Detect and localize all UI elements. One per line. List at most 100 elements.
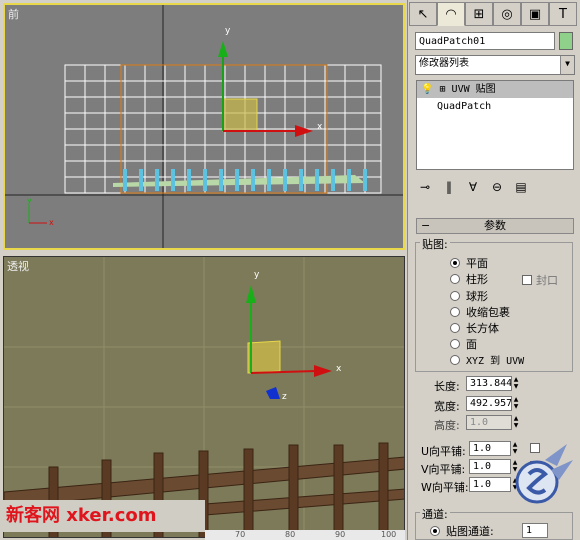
spinner-arrows-icon[interactable]: ▲ ▼ [512, 415, 520, 430]
radio-label: 面 [466, 337, 477, 351]
radio-face[interactable]: 面 [450, 336, 477, 351]
ruler-tick: 90 [335, 530, 346, 539]
configure-sets-icon[interactable]: ▤ [512, 178, 530, 196]
y-axis-arrow [218, 41, 228, 57]
y-axis-arrow [246, 285, 256, 303]
radio-button[interactable] [430, 525, 440, 536]
utilities-icon: T [559, 6, 567, 22]
radio-button[interactable] [450, 322, 460, 333]
radio-map-channel[interactable]: 贴图通道: [430, 523, 494, 538]
front-viewport-canvas: y x y x [5, 5, 403, 248]
watermark-text: 新客网 xker.com [6, 505, 157, 526]
u-tile-label: U向平铺: [421, 445, 466, 458]
create-icon: ↖ [417, 6, 429, 22]
radio-button[interactable] [450, 273, 460, 284]
radio-label: 平面 [466, 256, 488, 270]
perspective-viewport-canvas: y x z [4, 257, 404, 537]
chevron-down-icon: ▼ [560, 56, 574, 74]
radio-label: 长方体 [466, 321, 499, 335]
height-input[interactable] [466, 415, 512, 430]
hierarchy-icon: ⊞ [473, 6, 485, 22]
lightbulb-icon[interactable]: 💡 [421, 84, 433, 95]
stack-toolbar: ⊸ ‖ ∀ ⊖ ▤ [416, 176, 574, 198]
stack-item-quadpatch[interactable]: QuadPatch [417, 98, 573, 115]
command-panel-tabs: ↖ ◠ ⊞ ◎ ▣ T [409, 2, 578, 28]
radio-button[interactable] [450, 354, 460, 365]
modifier-list-dropdown[interactable]: 修改器列表 ▼ [415, 55, 575, 75]
front-viewport[interactable]: 前 y x y x [3, 3, 405, 250]
length-label: 长度: [434, 380, 460, 393]
width-label: 宽度: [434, 400, 460, 413]
svg-text:x: x [49, 218, 54, 227]
utilities-tab[interactable]: T [549, 2, 577, 26]
svg-text:x: x [317, 122, 323, 132]
v-tile-label: V向平铺: [421, 463, 466, 476]
svg-text:y: y [254, 270, 260, 280]
make-unique-icon[interactable]: ∀ [464, 178, 482, 196]
expand-icon[interactable]: ⊞ [439, 84, 445, 95]
channel-group-label: 通道: [420, 506, 450, 522]
svg-text:y: y [225, 26, 231, 36]
display-icon: ▣ [528, 6, 542, 22]
radio-planar[interactable]: 平面 [450, 255, 488, 270]
z-axis-arrow [266, 387, 280, 399]
radio-button[interactable] [450, 290, 460, 301]
stack-item-label: UVW 贴图 [451, 84, 496, 95]
plane-gizmo-square [222, 98, 258, 132]
remove-modifier-icon[interactable]: ⊖ [488, 178, 506, 196]
watermark-banner: 新客网 xker.com [0, 500, 205, 532]
ruler-tick: 70 [235, 530, 246, 539]
radio-button[interactable] [450, 257, 460, 268]
length-spinner[interactable]: ▲▼ [466, 376, 520, 391]
height-spinner[interactable]: ▲▼ [466, 415, 520, 430]
radio-label: 球形 [466, 289, 488, 303]
display-tab[interactable]: ▣ [521, 2, 549, 26]
w-tile-label: W向平铺: [421, 481, 469, 494]
object-name-field[interactable] [415, 32, 555, 50]
height-label: 高度: [434, 419, 460, 432]
radio-label: 贴图通道: [446, 524, 494, 538]
modifier-list-label: 修改器列表 [419, 58, 469, 69]
svg-text:x: x [336, 364, 342, 374]
hierarchy-tab[interactable]: ⊞ [465, 2, 493, 26]
create-tab[interactable]: ↖ [409, 2, 437, 26]
radio-box[interactable]: 长方体 [450, 320, 499, 335]
collapse-icon[interactable]: − [421, 219, 430, 233]
radio-shrink-wrap[interactable]: 收缩包裹 [450, 304, 510, 319]
rollout-title: 参数 [484, 219, 506, 232]
motion-tab[interactable]: ◎ [493, 2, 521, 26]
modify-tab[interactable]: ◠ [437, 2, 465, 26]
cap-checkbox[interactable]: 封口 [522, 272, 558, 288]
mapping-group-label: 贴图: [420, 236, 450, 252]
time-ruler[interactable]: 70 80 90 100 [205, 530, 405, 540]
plane-gizmo-square [247, 340, 281, 374]
checkbox[interactable] [522, 275, 532, 285]
width-spinner[interactable]: ▲▼ [466, 396, 520, 411]
ruler-tick: 100 [381, 530, 397, 539]
width-input[interactable] [466, 396, 512, 411]
radio-button[interactable] [450, 338, 460, 349]
radio-xyz-to-uvw[interactable]: XYZ 到 UVW [450, 352, 524, 367]
parameters-rollout[interactable]: − 参数 [416, 218, 574, 234]
stack-item-label: QuadPatch [437, 101, 492, 112]
pin-stack-icon[interactable]: ⊸ [416, 178, 434, 196]
modifier-stack[interactable]: 💡 ⊞ UVW 贴图 QuadPatch [416, 80, 574, 170]
stack-item-uvw-map[interactable]: 💡 ⊞ UVW 贴图 [417, 81, 573, 98]
axis-tripod: y x [27, 196, 54, 227]
length-input[interactable] [466, 376, 512, 391]
radio-label: XYZ 到 UVW [466, 356, 525, 367]
site-logo-icon [515, 444, 573, 504]
radio-spherical[interactable]: 球形 [450, 288, 488, 303]
radio-label: 收缩包裹 [466, 305, 510, 319]
spinner-arrows-icon[interactable]: ▲ ▼ [512, 396, 520, 411]
radio-cylindrical[interactable]: 柱形 [450, 271, 488, 286]
spinner-arrows-icon[interactable]: ▲ ▼ [512, 376, 520, 391]
perspective-viewport[interactable]: 透视 y x z [3, 256, 405, 538]
object-color-swatch[interactable] [559, 32, 573, 50]
radio-button[interactable] [450, 306, 460, 317]
show-end-result-icon[interactable]: ‖ [440, 178, 458, 196]
modify-icon: ◠ [445, 6, 457, 22]
svg-text:z: z [282, 392, 287, 402]
svg-text:y: y [27, 196, 32, 205]
radio-label: 柱形 [466, 272, 488, 286]
